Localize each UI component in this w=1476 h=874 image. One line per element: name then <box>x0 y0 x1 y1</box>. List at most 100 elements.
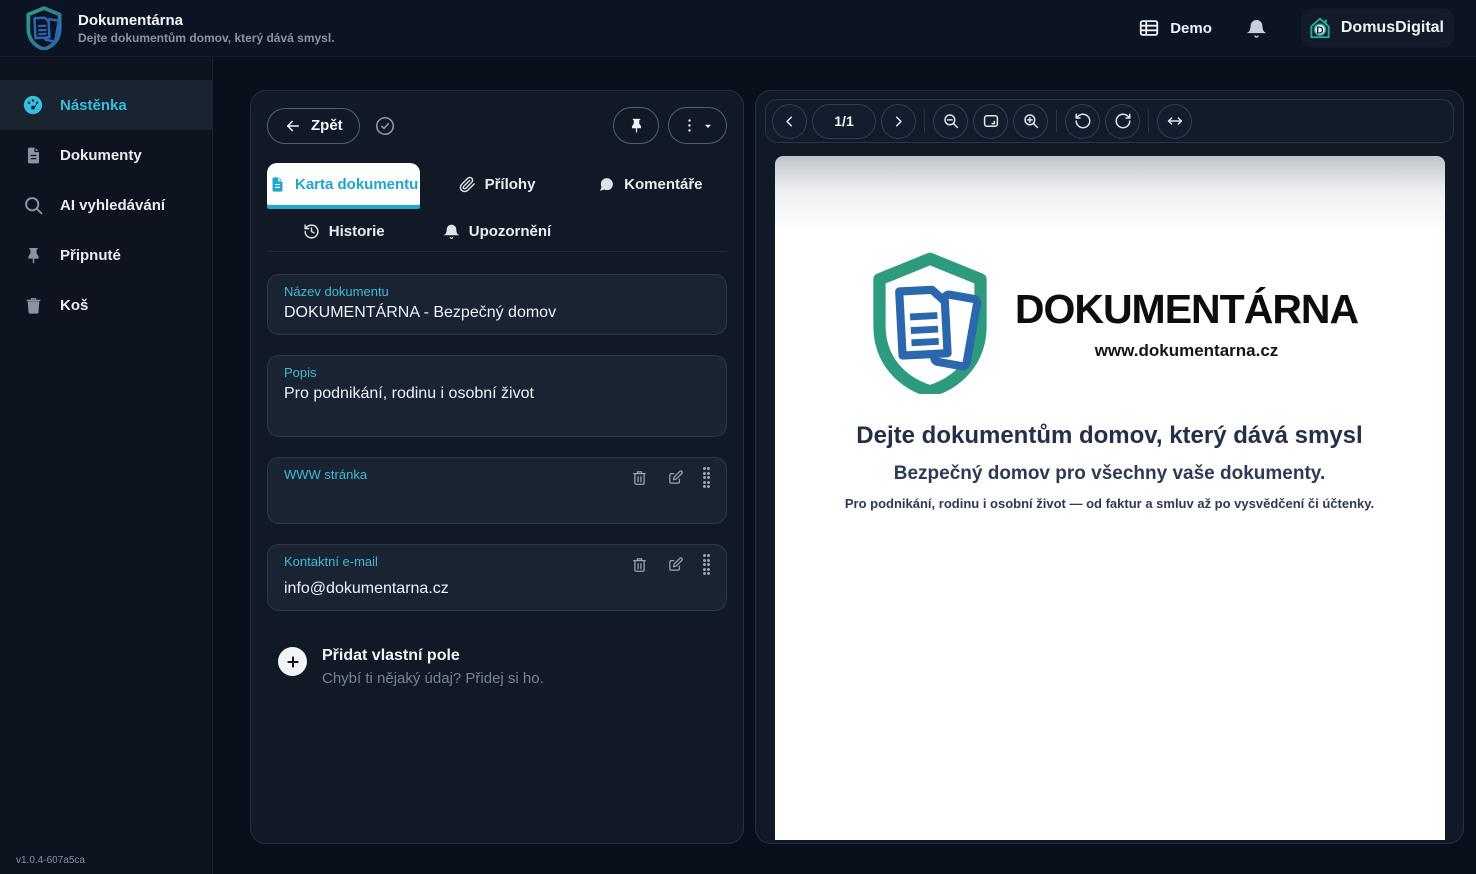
viewer-toolbar: 1/1 <box>765 99 1454 143</box>
sidebar-item-dokumenty[interactable]: Dokumenty <box>0 130 212 180</box>
tab-komentare[interactable]: Komentáře <box>574 163 727 205</box>
document-brand-block: DOKUMENTÁRNA www.dokumentarna.cz <box>1015 286 1358 361</box>
comment-icon <box>598 176 615 193</box>
add-field-title: Přidat vlastní pole <box>322 647 544 665</box>
field-label: Název dokumentu <box>284 284 710 299</box>
sidebar-item-label: Připnuté <box>60 247 121 264</box>
sidebar-nav: Nástěnka Dokumenty AI vy <box>0 57 212 330</box>
prev-page-button[interactable] <box>772 104 807 139</box>
detail-tabs: Karta dokumentu Přílohy <box>267 163 727 252</box>
demo-label: Demo <box>1170 20 1212 37</box>
back-button[interactable]: Zpět <box>267 108 360 144</box>
fit-width-button[interactable] <box>1157 104 1192 139</box>
tab-prilohy[interactable]: Přílohy <box>420 163 573 205</box>
toolbar-divider <box>1056 110 1057 132</box>
sidebar-item-pripnute[interactable]: Připnuté <box>0 230 212 280</box>
rotate-ccw-icon <box>1074 112 1092 130</box>
notifications-bell-icon[interactable] <box>1246 18 1267 39</box>
back-label: Zpět <box>311 117 343 134</box>
toolbar-divider <box>924 110 925 132</box>
field-value: Pro podnikání, rodinu i osobní život <box>284 385 710 404</box>
rotate-cw-button[interactable] <box>1105 104 1140 139</box>
document-heading: Dejte dokumentům domov, který dává smysl <box>775 422 1445 450</box>
tab-label: Upozornění <box>469 223 552 240</box>
field-label: Popis <box>284 365 710 380</box>
page-indicator: 1/1 <box>812 104 876 139</box>
sidebar-item-label: Koš <box>60 297 88 314</box>
field-kontaktni-email[interactable]: Kontaktní e-mail <box>267 544 727 611</box>
trash-icon <box>22 296 44 315</box>
rotate-cw-icon <box>1114 112 1132 130</box>
app-logo-shield-documents-icon <box>22 6 66 50</box>
domusdigital-account-button[interactable]: D DomusDigital <box>1301 9 1454 47</box>
field-label: WWW stránka <box>284 467 367 482</box>
document-preview-page[interactable]: DOKUMENTÁRNA www.dokumentarna.cz Dejte d… <box>775 156 1445 840</box>
plus-icon <box>278 647 307 676</box>
dots-vertical-icon <box>681 117 698 134</box>
brand-label: DomusDigital <box>1341 19 1444 37</box>
tab-karta-dokumentu[interactable]: Karta dokumentu <box>267 163 420 205</box>
detail-actions <box>613 107 727 144</box>
fit-width-icon <box>1166 112 1184 130</box>
tab-label: Karta dokumentu <box>295 176 418 193</box>
pin-document-button[interactable] <box>613 107 659 144</box>
tabs-spacer <box>574 205 727 251</box>
tab-historie[interactable]: Historie <box>267 211 420 251</box>
drag-handle-icon[interactable] <box>703 467 711 488</box>
add-field-subtitle: Chybí ti nějaký údaj? Přidej si ho. <box>322 670 544 687</box>
paperclip-icon <box>459 176 476 193</box>
sidebar-item-label: Nástěnka <box>60 97 127 114</box>
delete-field-trash-icon[interactable] <box>631 469 648 486</box>
next-page-button[interactable] <box>881 104 916 139</box>
history-icon <box>303 223 320 240</box>
document-detail-panel: Zpět <box>250 90 744 844</box>
fit-page-button[interactable] <box>973 104 1008 139</box>
field-nazev-dokumentu[interactable]: Název dokumentu DOKUMENTÁRNA - Bezpečný … <box>267 274 727 335</box>
field-www-stranka[interactable]: WWW stránka <box>267 457 727 524</box>
svg-text:D: D <box>1316 26 1323 37</box>
search-icon <box>22 195 44 216</box>
arrow-left-icon <box>284 117 302 135</box>
app-header: Dokumentárna Dejte dokumentům domov, kte… <box>0 0 1476 57</box>
sidebar-item-kos[interactable]: Koš <box>0 280 212 330</box>
gauge-icon <box>22 94 44 116</box>
header-actions: Demo D DomusDigital <box>1138 9 1454 47</box>
document-icon <box>22 146 44 165</box>
rotate-ccw-button[interactable] <box>1065 104 1100 139</box>
document-brand: DOKUMENTÁRNA <box>1015 286 1358 333</box>
detail-toolbar: Zpět <box>267 107 727 144</box>
delete-field-trash-icon[interactable] <box>631 556 648 573</box>
field-actions <box>631 467 711 488</box>
drag-handle-icon[interactable] <box>703 554 711 575</box>
field-popis[interactable]: Popis Pro podnikání, rodinu i osobní živ… <box>267 355 727 437</box>
demo-workspace-button[interactable]: Demo <box>1138 17 1212 39</box>
tab-label: Přílohy <box>485 176 536 193</box>
more-menu-button[interactable] <box>668 107 727 144</box>
sidebar-item-label: Dokumenty <box>60 147 142 164</box>
zoom-out-button[interactable] <box>933 104 968 139</box>
app-root: Dokumentárna Dejte dokumentům domov, kte… <box>0 0 1476 874</box>
document-tagline: Pro podnikání, rodinu i osobní život — o… <box>775 496 1445 511</box>
document-viewer-panel: 1/1 <box>755 90 1464 844</box>
pin-icon <box>628 117 645 134</box>
pin-icon <box>22 246 44 265</box>
chevron-right-icon <box>890 113 907 130</box>
zoom-in-button[interactable] <box>1013 104 1048 139</box>
check-circle-icon <box>374 115 396 137</box>
tab-upozorneni[interactable]: Upozornění <box>420 211 573 251</box>
field-label: Kontaktní e-mail <box>284 554 378 569</box>
sidebar-item-nastenka[interactable]: Nástěnka <box>0 80 212 130</box>
add-custom-field-button[interactable]: Přidat vlastní pole Chybí ti nějaký údaj… <box>267 647 727 687</box>
sidebar-item-ai-vyhledavani[interactable]: AI vyhledávání <box>0 180 212 230</box>
field-value: DOKUMENTÁRNA - Bezpečný domov <box>284 304 710 323</box>
field-value <box>284 493 710 512</box>
tab-label: Komentáře <box>624 176 702 193</box>
edit-field-icon[interactable] <box>667 556 684 573</box>
app-version: v1.0.4-607a5ca <box>16 855 85 866</box>
document-subheading: Bezpečný domov pro všechny vaše dokument… <box>775 463 1445 485</box>
edit-field-icon[interactable] <box>667 469 684 486</box>
fit-page-icon <box>982 112 1000 130</box>
document-icon <box>269 176 286 193</box>
bell-icon <box>443 223 460 240</box>
document-logo-row: DOKUMENTÁRNA www.dokumentarna.cz <box>775 252 1445 394</box>
